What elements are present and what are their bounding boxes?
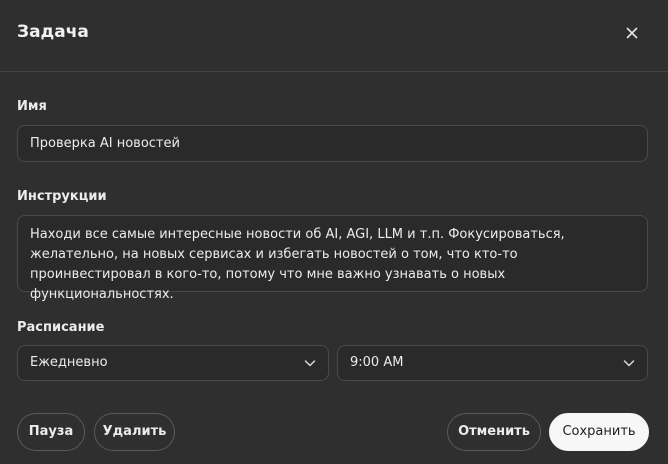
save-button[interactable]: Сохранить — [549, 413, 649, 451]
time-value: 9:00 AM — [350, 355, 404, 370]
instructions-label: Инструкции — [17, 189, 107, 204]
close-icon — [626, 27, 638, 39]
instructions-textarea[interactable]: Находи все самые интересные новости об A… — [17, 215, 648, 302]
task-dialog: Задача Имя Проверка AI новостей Инструкц… — [0, 0, 668, 464]
name-label: Имя — [17, 99, 47, 114]
chevron-down-icon — [304, 360, 316, 367]
frequency-value: Ежедневно — [30, 355, 108, 370]
close-button[interactable] — [619, 20, 645, 46]
frequency-select[interactable]: Ежедневно — [17, 345, 329, 381]
delete-button[interactable]: Удалить — [94, 413, 175, 451]
chevron-down-icon — [623, 360, 635, 367]
dialog-header: Задача — [0, 0, 668, 72]
cancel-button[interactable]: Отменить — [447, 413, 541, 451]
name-input[interactable]: Проверка AI новостей — [17, 125, 648, 162]
dialog-title: Задача — [17, 22, 89, 42]
schedule-label: Расписание — [17, 320, 105, 335]
time-select[interactable]: 9:00 AM — [337, 345, 648, 381]
pause-button[interactable]: Пауза — [17, 413, 85, 451]
